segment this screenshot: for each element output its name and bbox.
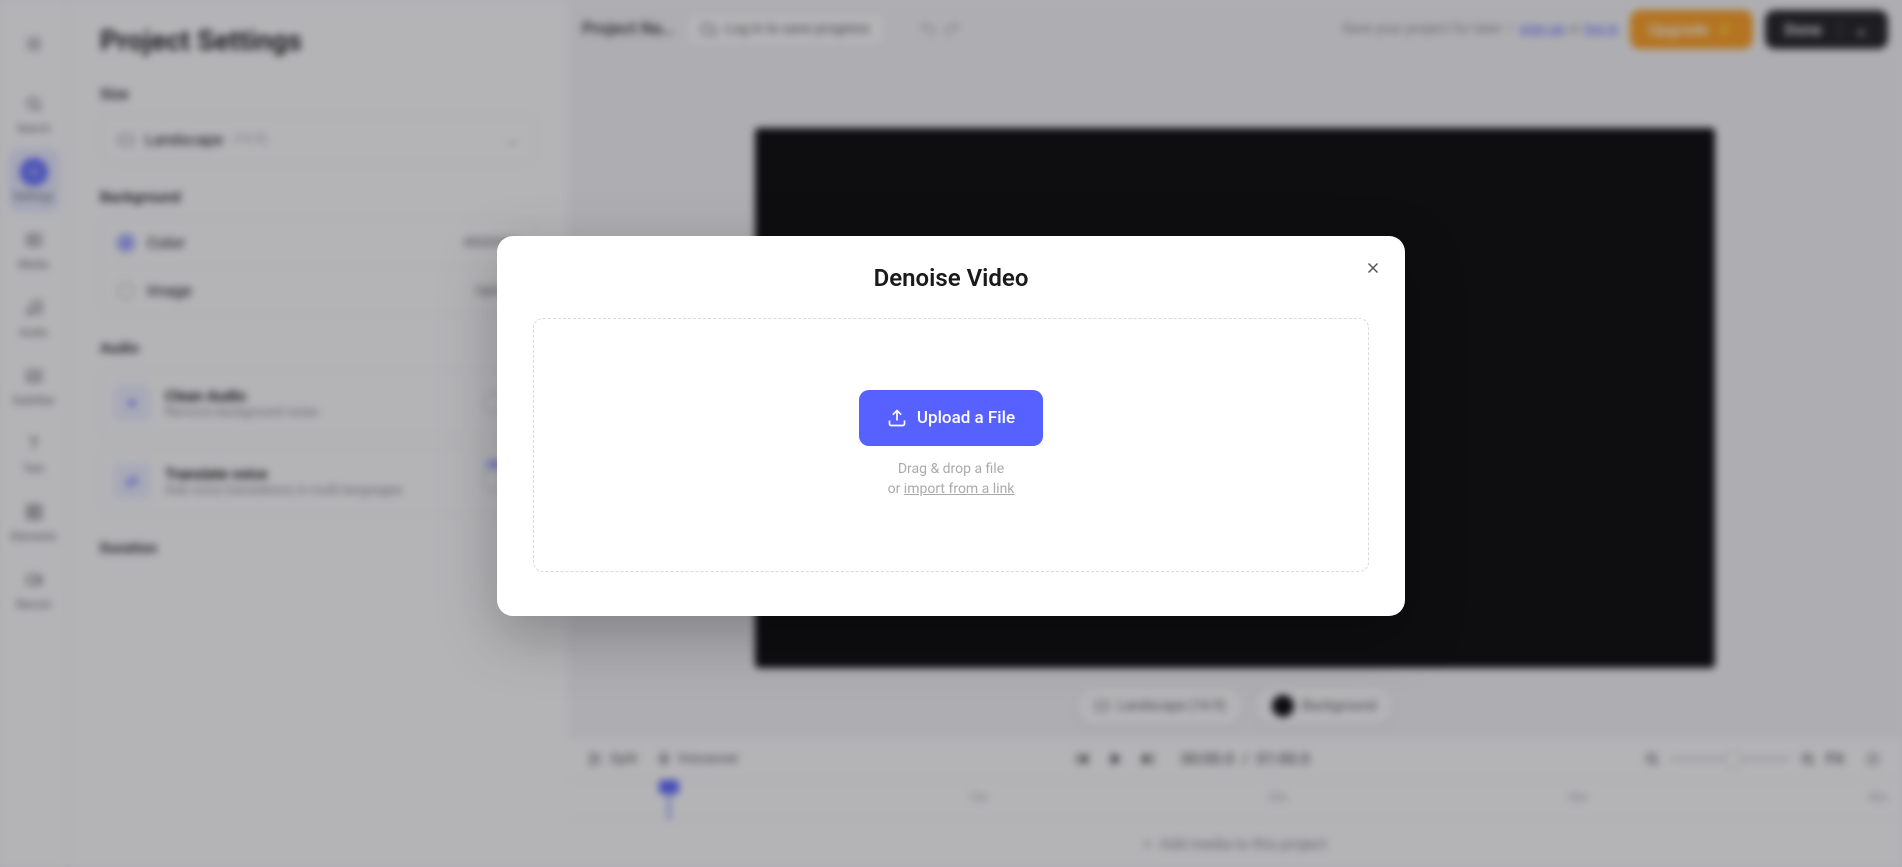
import-link[interactable]: import from a link <box>904 481 1015 497</box>
modal-overlay[interactable]: Denoise Video Upload a File Drag & drop … <box>0 0 1902 867</box>
close-icon <box>1364 259 1382 277</box>
upload-icon <box>887 408 907 428</box>
modal-title: Denoise Video <box>533 264 1369 292</box>
close-button[interactable] <box>1357 252 1389 284</box>
upload-file-button[interactable]: Upload a File <box>859 390 1043 446</box>
denoise-modal: Denoise Video Upload a File Drag & drop … <box>497 236 1405 616</box>
upload-hint: Drag & drop a file or import from a link <box>888 460 1015 499</box>
upload-dropzone[interactable]: Upload a File Drag & drop a file or impo… <box>533 318 1369 572</box>
